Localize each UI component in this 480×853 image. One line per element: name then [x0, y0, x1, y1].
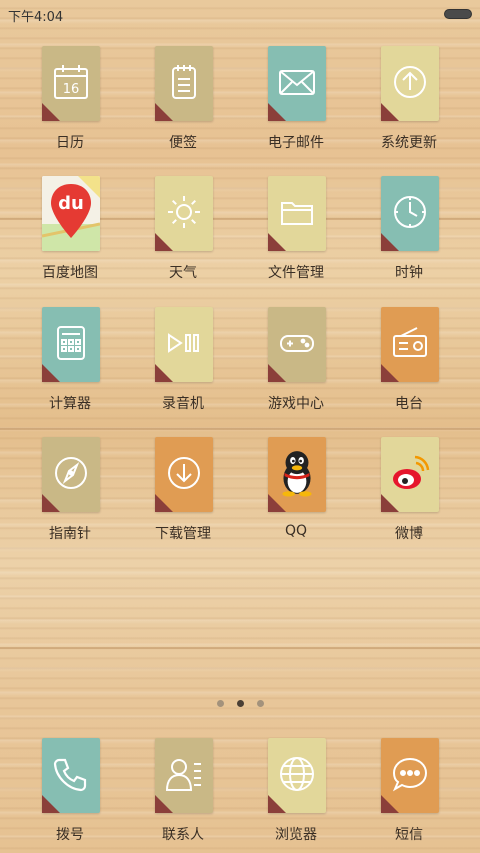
- calendar-date: 16: [63, 82, 80, 97]
- page-indicator[interactable]: [0, 697, 480, 709]
- calendar-icon: 16: [42, 46, 100, 121]
- notepad-icon: [155, 46, 213, 121]
- app-label: 游戏中心: [268, 396, 324, 412]
- calculator-icon: [42, 307, 100, 382]
- gamepad-icon: [268, 307, 326, 382]
- app-weather[interactable]: 天气: [133, 176, 233, 296]
- sun-icon: [155, 176, 213, 251]
- page-dot[interactable]: [217, 700, 224, 707]
- app-label: 文件管理: [268, 265, 324, 281]
- qq-penguin-icon: [268, 437, 326, 512]
- app-label: 浏览器: [275, 827, 317, 843]
- folder-icon: [268, 176, 326, 251]
- app-game-center[interactable]: 游戏中心: [246, 307, 346, 427]
- baidu-logo-text: du: [58, 193, 84, 214]
- app-label: 便签: [169, 135, 197, 151]
- app-label: 录音机: [162, 396, 204, 412]
- status-bar: 下午4:04: [0, 0, 480, 26]
- app-compass[interactable]: 指南针: [20, 437, 120, 557]
- app-label: 计算器: [49, 396, 91, 412]
- app-baidu-map[interactable]: du 百度地图: [20, 176, 120, 296]
- home-screen: 下午4:04 16 日历 便签 电子邮件 系统更新 du 百度地图 天气 文件管…: [0, 0, 480, 853]
- app-calendar[interactable]: 16 日历: [20, 46, 120, 166]
- app-label: 下载管理: [155, 526, 211, 542]
- dock-dialer[interactable]: 拨号: [20, 738, 120, 853]
- status-time: 下午4:04: [8, 10, 64, 25]
- app-label: 天气: [169, 265, 197, 281]
- app-file-manager[interactable]: 文件管理: [246, 176, 346, 296]
- compass-icon: [42, 437, 100, 512]
- wood-plank-seam: [0, 647, 480, 649]
- app-qq[interactable]: QQ: [246, 437, 346, 557]
- app-label: 电台: [395, 396, 423, 412]
- play-pause-icon: [155, 307, 213, 382]
- download-arrow-icon: [155, 437, 213, 512]
- contacts-icon: [155, 738, 213, 813]
- app-label: 时钟: [395, 265, 423, 281]
- weibo-icon: [381, 437, 439, 512]
- app-radio[interactable]: 电台: [359, 307, 459, 427]
- radio-icon: [381, 307, 439, 382]
- globe-icon: [268, 738, 326, 813]
- dock-browser[interactable]: 浏览器: [246, 738, 346, 853]
- app-label: 微博: [395, 526, 423, 542]
- phone-icon: [42, 738, 100, 813]
- page-dot-active[interactable]: [237, 700, 244, 707]
- dock-contacts[interactable]: 联系人: [133, 738, 233, 853]
- app-label: 系统更新: [381, 135, 437, 151]
- page-dot[interactable]: [257, 700, 264, 707]
- app-label: 短信: [395, 827, 423, 843]
- app-label: 指南针: [49, 526, 91, 542]
- app-weibo[interactable]: 微博: [359, 437, 459, 557]
- app-label: 拨号: [56, 827, 84, 843]
- wood-plank-seam: [0, 428, 480, 430]
- app-email[interactable]: 电子邮件: [246, 46, 346, 166]
- app-download-manager[interactable]: 下载管理: [133, 437, 233, 557]
- app-system-update[interactable]: 系统更新: [359, 46, 459, 166]
- app-label: 百度地图: [42, 265, 98, 281]
- app-clock[interactable]: 时钟: [359, 176, 459, 296]
- app-calculator[interactable]: 计算器: [20, 307, 120, 427]
- upload-arrow-icon: [381, 46, 439, 121]
- app-notes[interactable]: 便签: [133, 46, 233, 166]
- dock-sms[interactable]: 短信: [359, 738, 459, 853]
- app-label: QQ: [284, 523, 308, 539]
- clock-icon: [381, 176, 439, 251]
- app-label: 联系人: [162, 827, 204, 843]
- app-recorder[interactable]: 录音机: [133, 307, 233, 427]
- baidu-map-icon: du: [42, 176, 100, 251]
- battery-icon: [444, 9, 472, 19]
- app-label: 日历: [56, 135, 84, 151]
- app-label: 电子邮件: [268, 135, 324, 151]
- envelope-icon: [268, 46, 326, 121]
- chat-bubble-icon: [381, 738, 439, 813]
